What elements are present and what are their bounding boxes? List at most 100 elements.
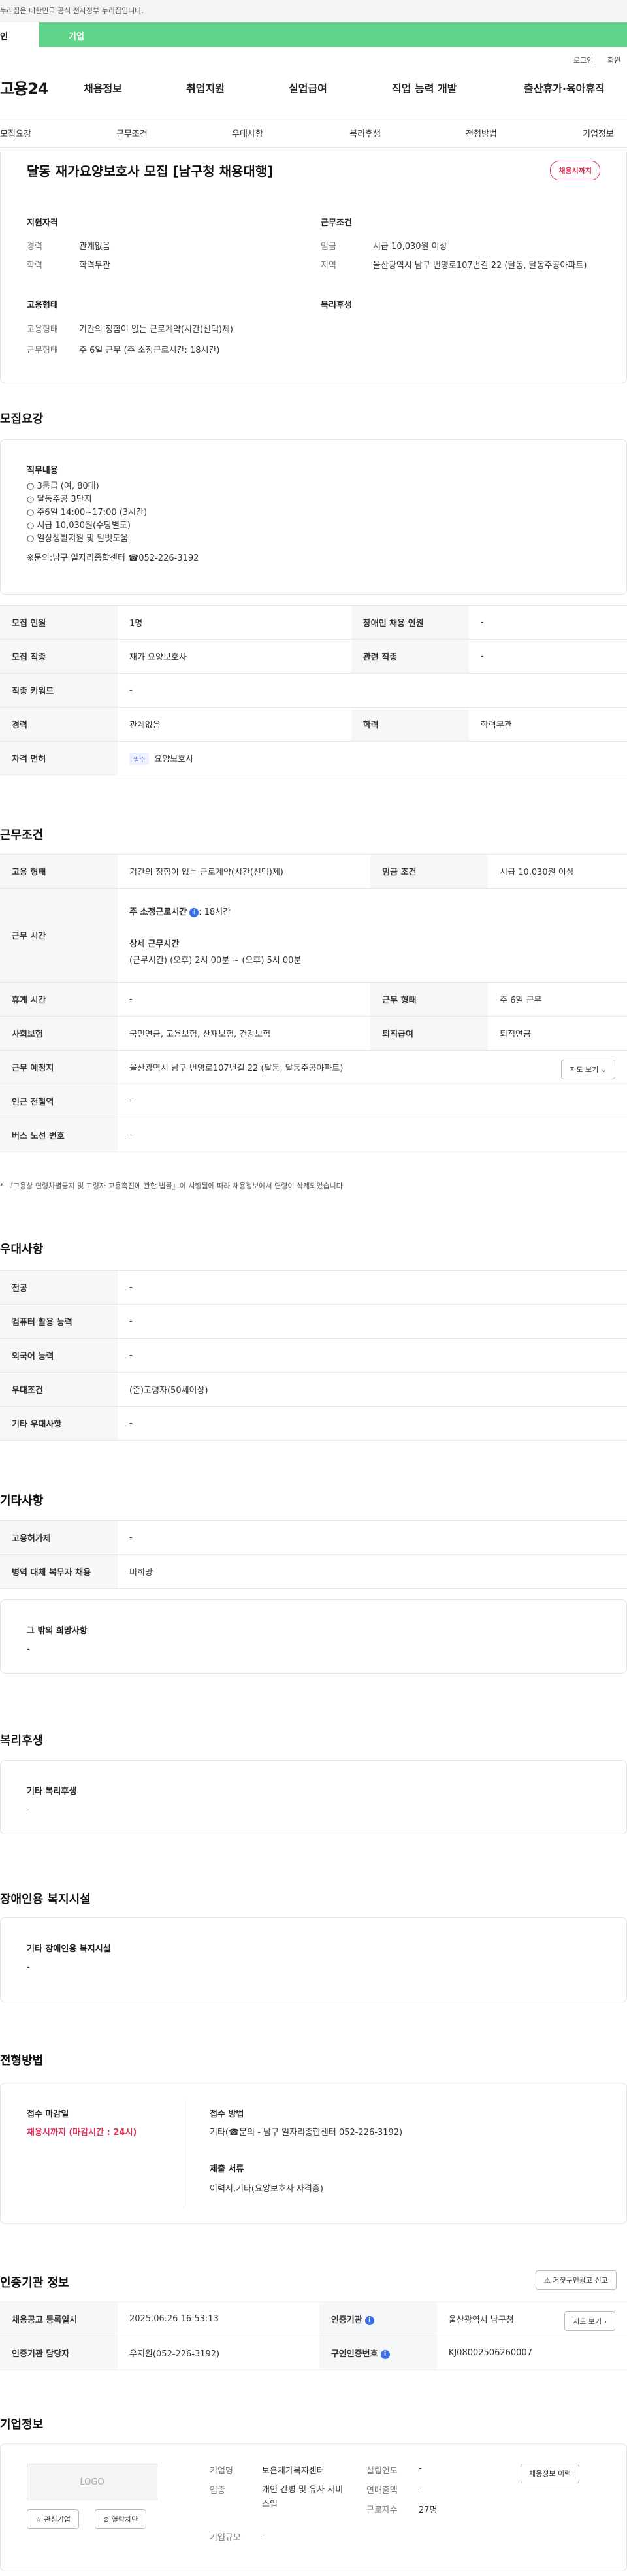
block-icon: ⊘ [103,2515,110,2524]
pref-table: 전공 - 컴퓨터 활용 능력 - 외국어 능력 - 우대조건 (준)고령자(50세이상)… [0,1270,627,1441]
year-row: 설립연도 - [366,2464,422,2476]
age-law-note: * 『고용상 연령차별금지 및 고령자 고용촉진에 관한 법률』이 시행됨에 따… [0,1182,346,1190]
place-label: 근무 예정지 [0,1050,118,1084]
welfare-section-title: 복리후생 [0,1734,44,1748]
gnb-menu-job-skills[interactable]: 직업 능력 개발 [392,80,457,95]
qual-title: 지원자격 [27,218,58,228]
duty-line: ○ 주6일 14:00~17:00 (3시간) [27,508,148,517]
other-table: 고용허가제 - 병역 대체 복무자 채용 비희망 [0,1520,627,1589]
emptype-value: 기간의 정함이 없는 근로계약(시간(선택)제) [79,325,234,334]
report-button[interactable]: ⚠ 거짓구인광고 신고 [536,2270,617,2290]
agency-label: 인증기관 [330,2315,362,2325]
related-value: - [468,639,627,674]
welfare-title: 복리후생 [321,301,352,310]
duty-line: ○ 일상생활지원 및 말벗도움 [27,534,129,544]
cert-section-title: 인증기관 정보 [0,2276,69,2290]
cond-title: 근무조건 [321,218,352,228]
emptype-label: 고용형태 [27,325,58,334]
info-icon[interactable]: i [364,2315,374,2325]
deadline-title: 접수 마감일 [27,2110,69,2119]
deadline-badge: 채용시까지 [550,161,600,180]
required-tag: 필수 [129,752,150,765]
keyword-value: - [118,673,627,708]
disabled-section-title: 장애인용 복지시설 [0,1893,91,1906]
method-title: 접수 방법 [210,2110,244,2119]
staff-row: 근로자수 27명 [366,2503,438,2515]
job-value: 재가 요양보호사 [118,639,351,674]
subnav-welfare[interactable]: 복리후생 [349,127,381,139]
welfare-box-value: - [27,1805,30,1815]
hours-cell: 주 소정근로시간 i: 18시간 상세 근무시간 (근무시간) (오후) 2시 0… [118,888,627,983]
company-name-label: 기업명 [210,2466,233,2476]
pref-cond-value: (준)고령자(50세이상) [118,1372,627,1407]
gnb-menu-employment-support[interactable]: 취업지원 [186,80,225,95]
hire-value: - [118,1520,627,1555]
signup-link[interactable]: 회원 [607,55,620,65]
pc-value: - [118,1304,627,1339]
disabled-box: 기타 장애인용 복지시설 - [0,1917,627,2002]
lang-label: 외국어 능력 [0,1338,118,1373]
disabled-box-title: 기타 장애인용 복지시설 [27,1944,111,1954]
subnav-company[interactable]: 기업정보 [583,127,614,139]
gnb-menu-unemployment-benefit[interactable]: 실업급여 [289,80,327,95]
section-subnav: 모집요강 근무조건 우대사항 복리후생 전형방법 기업정보 [0,116,627,148]
docs-title: 제출 서류 [210,2164,244,2174]
disabled-box-value: - [27,1963,30,1972]
company-name-row: 기업명 보은재가복지센터 [210,2464,325,2476]
pc-label: 컴퓨터 활용 능력 [0,1304,118,1339]
jobno-label: 구인인증번호 [330,2349,378,2359]
info-icon[interactable]: i [380,2349,390,2359]
company-logo: LOGO [27,2464,157,2500]
lang-value: - [118,1338,627,1373]
workform-label: 근무형태 [27,346,58,355]
duty-line: ○ 달동주공 3단지 [27,495,92,504]
tab-business[interactable]: 기업 [39,22,627,47]
career-row: 경력 관계없음 [27,239,110,252]
history-button[interactable]: 채용정보 이력 [521,2464,580,2483]
block-button[interactable]: ⊘ 열람차단 [95,2509,147,2529]
star-icon: ☆ [35,2515,42,2524]
tab-personal[interactable]: 인 [0,22,39,47]
agency-cell: 울산광역시 남구청 지도 보기 › [436,2302,627,2336]
hours-label: 근무 시간 [0,888,118,983]
site-logo[interactable]: 고용24 [0,76,49,99]
gnb-menu-parental-leave[interactable]: 출산휴가·육아휴직 [524,80,605,95]
pref-etc-label: 기타 우대사항 [0,1406,118,1441]
emp-title: 고용형태 [27,301,58,310]
login-link[interactable]: 로그인 [573,55,593,65]
hours-detail-value: (근무시간) (오후) 2시 00분 ~ (오후) 5시 00분 [129,956,302,966]
license-value: 요양보호사 [154,754,194,764]
holiday-label: 휴게 시간 [0,982,118,1017]
subnav-work[interactable]: 근무조건 [116,127,148,139]
favorite-button[interactable]: ☆ 관심기업 [27,2509,79,2529]
info-icon[interactable]: i [189,907,199,917]
bus-value: - [118,1118,627,1152]
disabled-value: - [468,605,627,640]
duty-line: ※문의:남구 일자리종합센터 ☎052-226-3192 [27,553,199,563]
chevron-right-icon: › [603,2317,607,2326]
subnav-recruit[interactable]: 모집요강 [0,127,31,139]
area-row: 지역 울산광역시 남구 번영로107번길 22 (달동, 달동주공아파트) [321,258,608,270]
map-button[interactable]: 지도 보기 ⌄ [561,1060,615,1079]
hours-detail-label: 상세 근무시간 [129,939,180,949]
gov-notice-text: 누리집은 대한민국 공식 전자정부 누리집입니다. [0,7,144,15]
edu-row: 학력 학력무관 [27,258,110,270]
agency-map-button[interactable]: 지도 보기 › [564,2311,615,2331]
retire-value: 퇴직연금 [488,1016,627,1051]
chevron-down-icon: ⌄ [600,1066,607,1074]
duty-box: 직무내용 ○ 3등급 (여, 80대) ○ 달동주공 3단지 ○ 주6일 14:… [0,439,627,595]
license-label: 자격 면허 [0,741,118,775]
work-table: 고용 형태 기간의 정함이 없는 근로계약(시간(선택)제) 임금 조건 시급 … [0,854,627,1152]
year-label: 설립연도 [366,2466,398,2476]
career-label: 경력 [27,242,42,252]
subnav-screening[interactable]: 전형방법 [466,127,497,139]
sales-value: - [419,2483,422,2493]
pref-section-title: 우대사항 [0,1243,44,1256]
jobno-label-cell: 구인인증번호 i [319,2336,437,2370]
subnav-pref[interactable]: 우대사항 [232,127,263,139]
major-label: 전공 [0,1270,118,1305]
gnb-menu-jobs[interactable]: 채용정보 [84,80,122,95]
favorite-label: 관심기업 [44,2515,71,2524]
area-value: 울산광역시 남구 번영로107번길 22 (달동, 달동주공아파트) [373,261,587,270]
job-label: 모집 직종 [0,639,118,674]
